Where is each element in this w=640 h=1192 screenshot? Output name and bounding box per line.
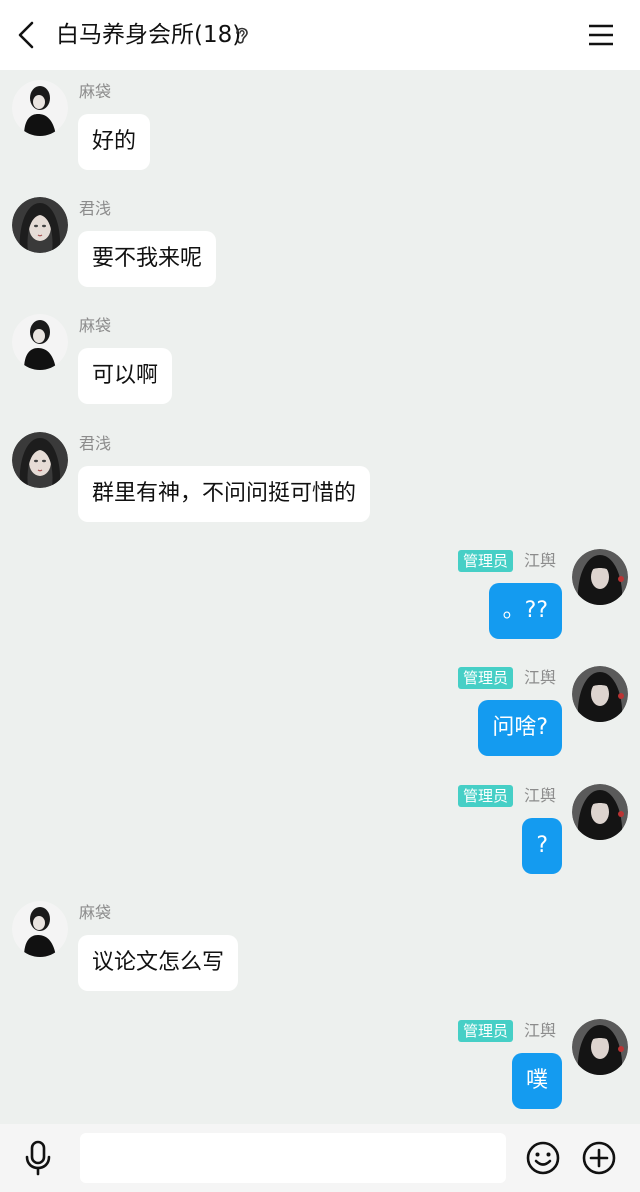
ear-icon [236,27,248,44]
message-bubble[interactable]: 问啥? [478,700,562,756]
sender-name: 君浅 [79,199,112,218]
message-bubble[interactable]: 好的 [78,114,151,170]
avatar-madai[interactable] [12,80,68,136]
sender-name: 江舆 [524,551,557,570]
admin-badge: 管理员 [458,785,514,807]
avatar-jiangyu[interactable] [572,666,628,722]
avatar-madai[interactable] [12,901,68,957]
plus-icon[interactable] [581,1140,617,1176]
sender-name: 麻袋 [79,316,112,335]
sender-name: 君浅 [79,434,112,453]
message-bubble[interactable]: 群里有神，不问问挺可惜的 [78,466,371,522]
message-bubble[interactable]: ? [522,818,562,874]
emoji-icon[interactable] [525,1140,561,1176]
admin-badge: 管理员 [458,1020,514,1042]
sender-name: 江舆 [524,1021,557,1040]
message-input[interactable] [80,1133,506,1183]
menu-icon[interactable] [588,23,614,47]
avatar-jiangyu[interactable] [572,549,628,605]
sender-name: 江舆 [524,786,557,805]
admin-badge: 管理员 [458,550,514,572]
admin-badge: 管理员 [458,667,514,689]
microphone-icon[interactable] [22,1140,54,1176]
sender-name: 麻袋 [79,82,112,101]
sender-name: 麻袋 [79,903,112,922]
message-bubble[interactable]: 议论文怎么写 [78,935,239,991]
avatar-madai[interactable] [12,314,68,370]
avatar-jiangyu[interactable] [572,1019,628,1075]
group-title[interactable]: 白马养身会所(18) [56,18,241,52]
sender-name: 江舆 [524,668,557,687]
message-bubble[interactable]: 。?? [488,583,562,639]
message-bubble[interactable]: 要不我来呢 [78,231,217,287]
chat-header: 白马养身会所(18) [0,0,640,70]
message-bubble[interactable]: 噗 [511,1053,562,1109]
message-bubble[interactable]: 可以啊 [78,348,173,404]
avatar-junqian[interactable] [12,197,68,253]
back-arrow-icon[interactable] [14,20,40,50]
input-bar [0,1124,640,1192]
avatar-jiangyu[interactable] [572,784,628,840]
avatar-junqian[interactable] [12,432,68,488]
